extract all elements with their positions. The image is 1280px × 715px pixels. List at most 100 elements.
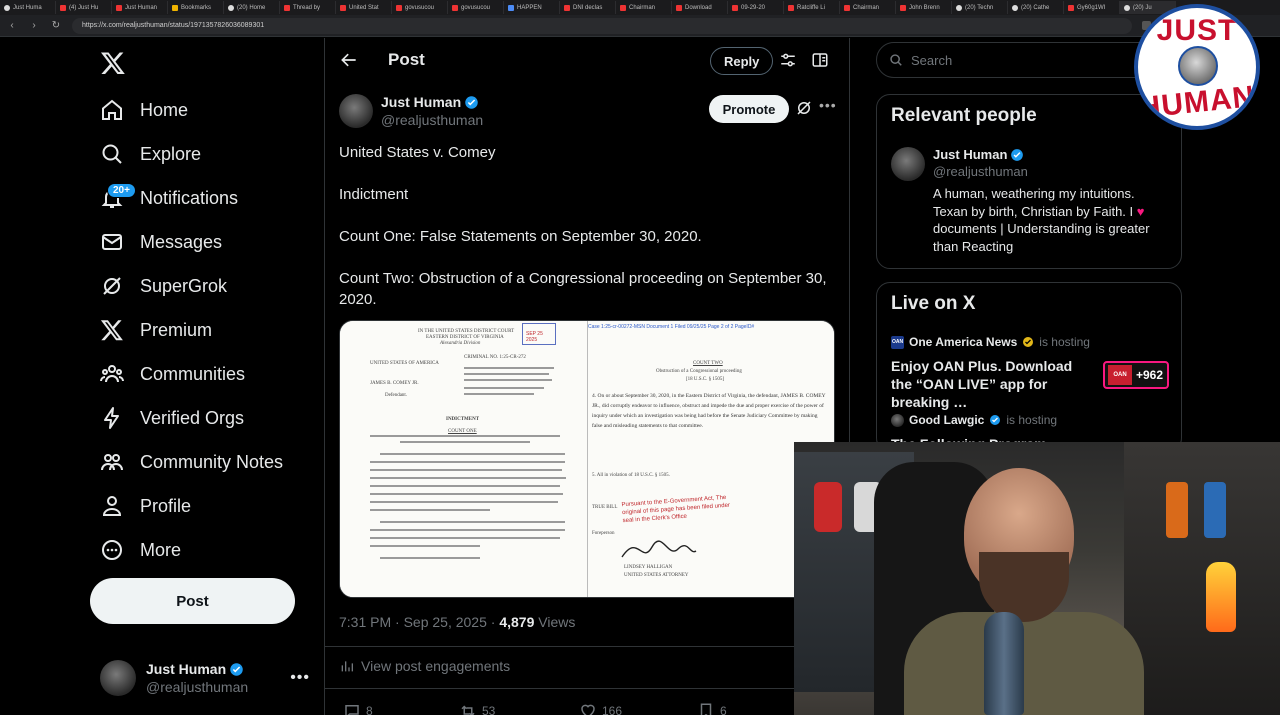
post-more-icon[interactable]: •••: [819, 97, 837, 113]
browser-tab[interactable]: Just Human: [112, 1, 168, 14]
notification-badge: 20+: [107, 183, 136, 198]
tab-title: Chairman: [629, 4, 656, 11]
browser-tab[interactable]: (20) Home: [224, 1, 280, 14]
nav-community-notes[interactable]: Community Notes: [100, 444, 283, 480]
browser-tab[interactable]: (20) Techn: [952, 1, 1008, 14]
back-nav-icon[interactable]: ‹: [6, 20, 18, 31]
left-sidebar: Home Explore 20+ Notifications Messages …: [88, 38, 318, 715]
tab-title: (20) Techn: [965, 4, 994, 11]
collectible-car: [814, 482, 842, 532]
person-handle[interactable]: @realjusthuman: [933, 164, 1171, 179]
relevant-people-card: Relevant people Just Human @realjusthuma…: [876, 94, 1182, 269]
author-handle[interactable]: @realjusthuman: [381, 112, 483, 128]
tab-title: (20) Ju: [1133, 4, 1152, 11]
live-host-row[interactable]: Good Lawgic is hosting: [891, 413, 1057, 427]
browser-tab[interactable]: HAPPEN: [504, 1, 560, 14]
heart-icon: [581, 704, 595, 715]
forward-nav-icon[interactable]: ›: [28, 20, 40, 31]
like-action[interactable]: 166: [579, 702, 622, 715]
live-host-row[interactable]: OAN One America News is hosting: [891, 335, 1090, 349]
browser-tab[interactable]: DNI declas: [560, 1, 616, 14]
person-shirt: [904, 612, 1144, 715]
nav-communities[interactable]: Communities: [100, 356, 245, 392]
view-engagements-link[interactable]: View post engagements: [339, 658, 510, 674]
account-handle: @realjusthuman: [146, 679, 249, 695]
nav-profile[interactable]: Profile: [100, 488, 191, 524]
verified-badge-icon: [990, 415, 1001, 425]
browser-tab[interactable]: John Brenn: [896, 1, 952, 14]
person-name[interactable]: Just Human: [933, 147, 1007, 162]
x-logo-icon[interactable]: [100, 50, 126, 76]
heart-emoji-icon: ♥: [1136, 203, 1145, 219]
live-listener-count[interactable]: OAN +962: [1103, 361, 1169, 389]
indictment-page-1[interactable]: IN THE UNITED STATES DISTRICT COURT EAST…: [340, 321, 587, 597]
browser-tab[interactable]: 09-29-20: [728, 1, 784, 14]
nav-explore[interactable]: Explore: [100, 136, 201, 172]
collectible-figure: [1166, 482, 1188, 538]
reply-button[interactable]: Reply: [710, 47, 774, 75]
nav-messages[interactable]: Messages: [100, 224, 222, 260]
statute: [18 U.S.C. § 1505]: [686, 377, 725, 382]
browser-tab[interactable]: govusucou: [448, 1, 504, 14]
tab-favicon-icon: [788, 4, 794, 11]
browser-tab[interactable]: Bookmarks: [168, 1, 224, 14]
browser-tab[interactable]: (20) Cathe: [1008, 1, 1064, 14]
nav-notifications[interactable]: 20+ Notifications: [100, 180, 238, 216]
defendant-role: Defendant.: [385, 393, 408, 398]
browser-tab[interactable]: Chairman: [840, 1, 896, 14]
live-on-x-card: Live on X OAN One America News is hostin…: [876, 282, 1182, 452]
tab-title: Just Huma: [13, 4, 42, 11]
reader-icon[interactable]: [811, 51, 829, 69]
nav-supergrok[interactable]: SuperGrok: [100, 268, 227, 304]
tab-favicon-icon: [228, 4, 234, 11]
live-title[interactable]: Enjoy OAN Plus. Download the “OAN LIVE” …: [891, 357, 1091, 411]
post-author[interactable]: Just Human @realjusthuman: [339, 94, 483, 128]
tab-title: Thread by: [293, 4, 321, 11]
tab-title: HAPPEN: [517, 4, 542, 11]
browser-tab[interactable]: govusucou: [392, 1, 448, 14]
tab-title: (4) Just Hu: [69, 4, 99, 11]
nav-more[interactable]: More: [100, 532, 181, 568]
lava-lamp: [1206, 562, 1236, 632]
grok-icon[interactable]: [795, 99, 813, 117]
post-button[interactable]: Post: [90, 578, 295, 624]
tab-favicon-icon: [452, 4, 458, 11]
sliders-icon[interactable]: [779, 51, 797, 69]
post-timestamp[interactable]: 7:31 PM · Sep 25, 2025 ·: [339, 614, 499, 630]
verified-gold-badge-icon: [1023, 337, 1034, 347]
promote-button[interactable]: Promote: [709, 95, 789, 123]
grok-icon: [103, 277, 121, 295]
tab-title: (20) Home: [237, 4, 266, 11]
nav-home[interactable]: Home: [100, 92, 188, 128]
bookmark-action[interactable]: 6: [697, 702, 727, 715]
avatar[interactable]: [891, 147, 925, 181]
signer-title: UNITED STATES ATTORNEY: [624, 573, 689, 578]
relevant-person[interactable]: Just Human @realjusthuman A human, weath…: [891, 147, 1171, 255]
browser-tab[interactable]: Chairman: [616, 1, 672, 14]
browser-tab[interactable]: United Stat: [336, 1, 392, 14]
post-line: Indictment: [339, 186, 409, 203]
browser-tab[interactable]: Just Huma: [0, 1, 56, 14]
browser-tab[interactable]: (4) Just Hu: [56, 1, 112, 14]
more-options-icon[interactable]: •••: [290, 669, 310, 687]
author-name[interactable]: Just Human: [381, 94, 461, 110]
reply-action[interactable]: 8: [343, 702, 373, 715]
address-bar[interactable]: https://x.com/realjusthuman/status/19713…: [72, 17, 1132, 34]
browser-tab[interactable]: Download: [672, 1, 728, 14]
nav-premium[interactable]: Premium: [100, 312, 212, 348]
browser-tab[interactable]: Thread by: [280, 1, 336, 14]
avatar[interactable]: [339, 94, 373, 128]
browser-tab[interactable]: Ratcliffe Li: [784, 1, 840, 14]
browser-tab[interactable]: Gy60g1WI: [1064, 1, 1120, 14]
account-switcher[interactable]: Just Human @realjusthuman •••: [100, 656, 310, 700]
back-arrow-icon[interactable]: [339, 50, 359, 70]
tab-favicon-icon: [956, 4, 962, 11]
tab-favicon-icon: [676, 4, 682, 11]
court-district: EASTERN DISTRICT OF VIRGINIA: [426, 335, 504, 340]
search-placeholder: Search: [911, 52, 953, 68]
nav-verified-orgs[interactable]: Verified Orgs: [100, 400, 244, 436]
post-media[interactable]: IN THE UNITED STATES DISTRICT COURT EAST…: [339, 320, 835, 598]
repost-action[interactable]: 53: [459, 702, 495, 715]
tab-title: Just Human: [125, 4, 158, 11]
reload-icon[interactable]: ↻: [50, 20, 62, 31]
